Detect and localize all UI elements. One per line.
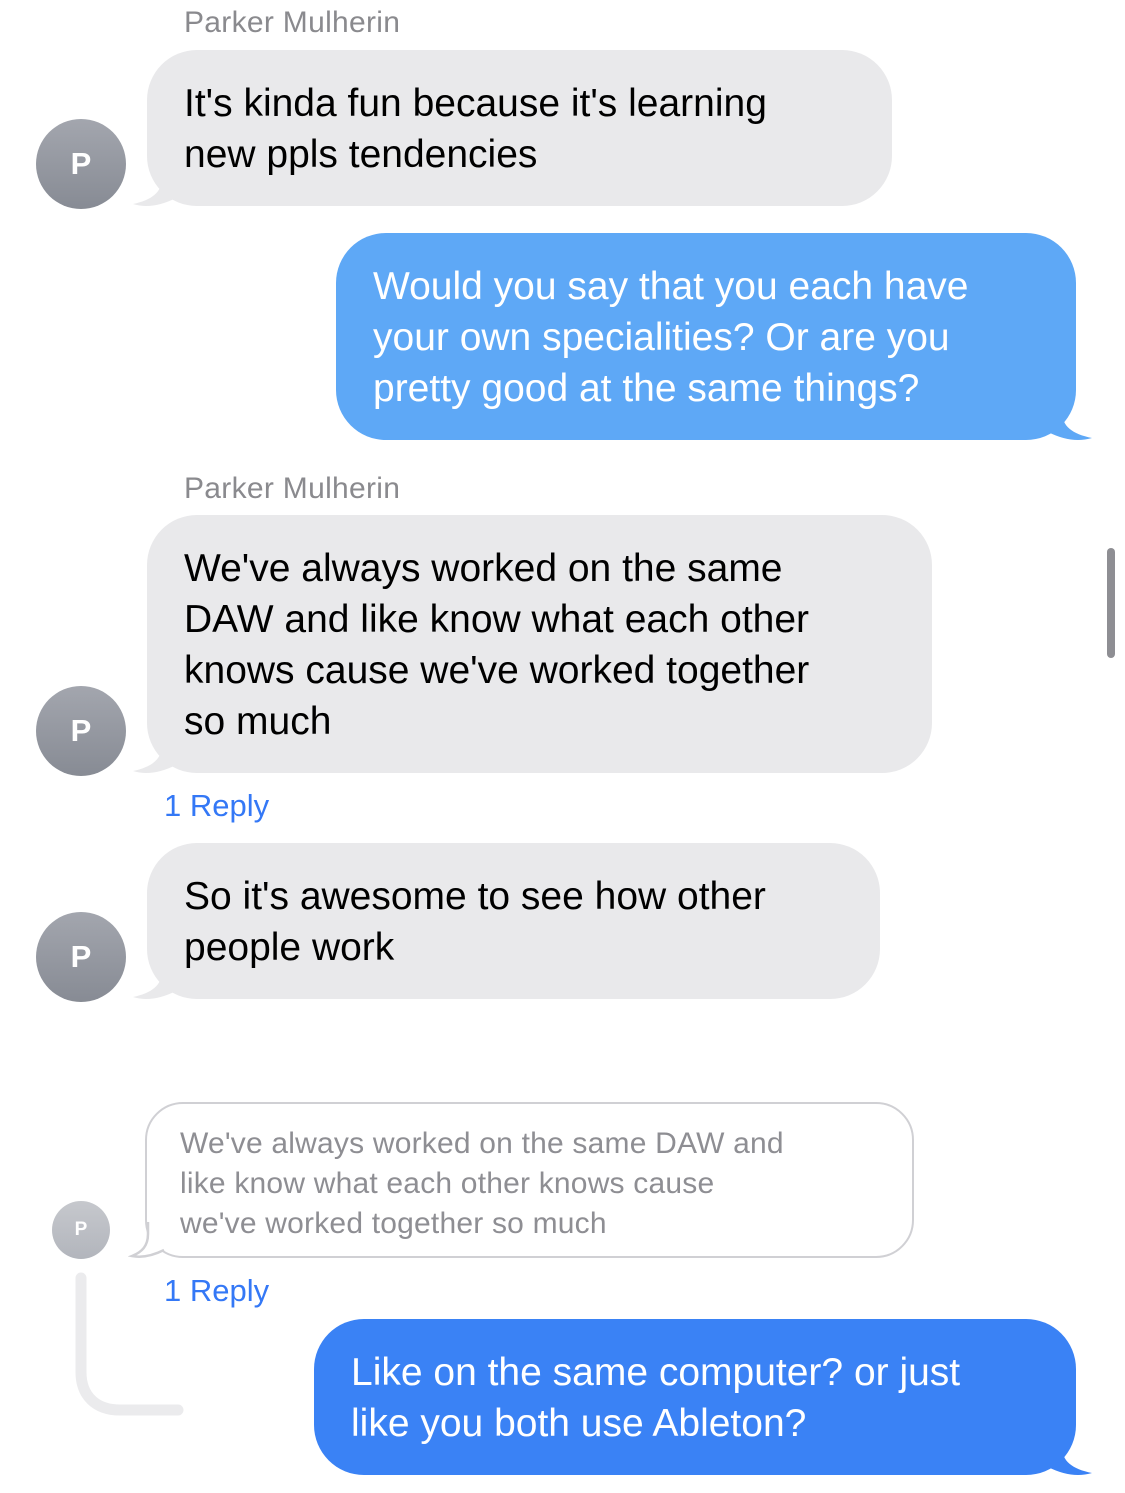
message-text-line: new ppls tendencies (184, 133, 538, 176)
quoted-text-line: We've always worked on the same DAW and (180, 1127, 784, 1160)
message-text-line: We've always worked on the same (184, 547, 783, 590)
quoted-text-line: like know what each other knows cause (180, 1167, 715, 1200)
message-text-line: like you both use Ableton? (351, 1402, 807, 1445)
message-text-line: Like on the same computer? or just (351, 1351, 961, 1394)
outgoing-bubble-tail-icon (1048, 1435, 1092, 1475)
message-text-line: people work (184, 926, 395, 969)
message-text-line: It's kinda fun because it's learning (184, 82, 767, 125)
message-text-line: your own specialities? Or are you (373, 316, 950, 359)
outgoing-bubble-tail-icon (1048, 400, 1092, 440)
contact-avatar[interactable]: P (36, 119, 126, 209)
thread-reply-link[interactable]: 1 Reply (164, 788, 269, 824)
sender-name: Parker Mulherin (184, 6, 401, 39)
message-text-line: so much (184, 700, 332, 743)
thread-connector-line (75, 1272, 184, 1416)
scroll-indicator[interactable] (1107, 548, 1115, 658)
incoming-bubble-tail-icon (133, 168, 176, 206)
incoming-message-bubble[interactable]: So it's awesome to see how other people … (147, 843, 880, 999)
incoming-message-bubble[interactable]: We've always worked on the same DAW and … (147, 515, 932, 773)
incoming-bubble-tail-icon (133, 961, 176, 999)
contact-avatar[interactable]: P (36, 912, 126, 1002)
quoted-thread-message[interactable]: We've always worked on the same DAW and … (145, 1102, 914, 1258)
outgoing-message-bubble[interactable]: Would you say that you each have your ow… (336, 233, 1076, 440)
quoted-text-line: we've worked together so much (180, 1207, 607, 1240)
contact-avatar-small[interactable]: P (52, 1201, 110, 1259)
incoming-message-bubble[interactable]: It's kinda fun because it's learning new… (147, 50, 892, 206)
contact-avatar[interactable]: P (36, 686, 126, 776)
quoted-bubble-tail-icon (128, 1222, 165, 1258)
message-text-line: So it's awesome to see how other (184, 875, 766, 918)
sender-name: Parker Mulherin (184, 472, 401, 505)
outgoing-reply-bubble[interactable]: Like on the same computer? or just like … (314, 1319, 1076, 1475)
message-text-line: DAW and like know what each other (184, 598, 810, 641)
message-text-line: knows cause we've worked together (184, 649, 810, 692)
message-text-line: Would you say that you each have (373, 265, 969, 308)
message-text-line: pretty good at the same things? (373, 367, 920, 410)
incoming-bubble-tail-icon (133, 735, 176, 773)
